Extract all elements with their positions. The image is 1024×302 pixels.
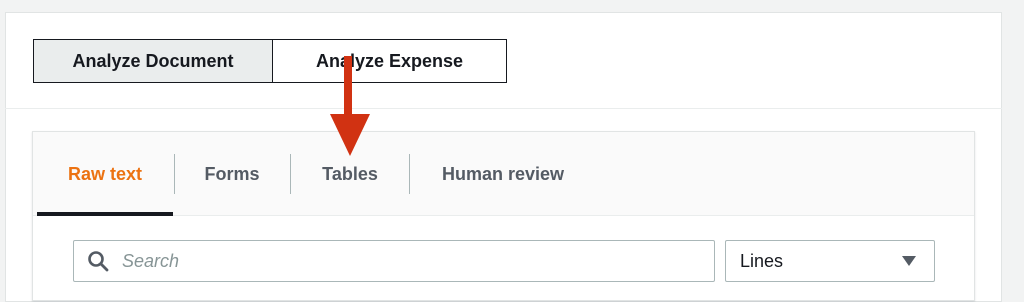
caret-down-icon xyxy=(902,256,916,266)
search-field[interactable] xyxy=(73,240,715,282)
granularity-select[interactable]: Lines xyxy=(725,240,935,282)
granularity-select-value: Lines xyxy=(740,250,784,271)
red-arrow-down-icon xyxy=(330,56,370,156)
tab-forms[interactable]: Forms xyxy=(175,132,289,216)
tab-bar: Raw text Forms Tables Human review xyxy=(33,132,974,216)
tab-raw-text[interactable]: Raw text xyxy=(37,132,173,216)
active-tab-indicator xyxy=(37,212,173,216)
api-mode-toggle: Analyze Document Analyze Expense xyxy=(33,39,507,83)
search-icon xyxy=(86,249,110,273)
section-divider xyxy=(5,108,1002,109)
tab-human-review[interactable]: Human review xyxy=(410,132,596,216)
analyze-document-button[interactable]: Analyze Document xyxy=(33,39,272,83)
results-panel: Raw text Forms Tables Human review Lines xyxy=(32,131,975,301)
search-input[interactable] xyxy=(122,250,682,272)
analyze-expense-button[interactable]: Analyze Expense xyxy=(272,39,507,83)
